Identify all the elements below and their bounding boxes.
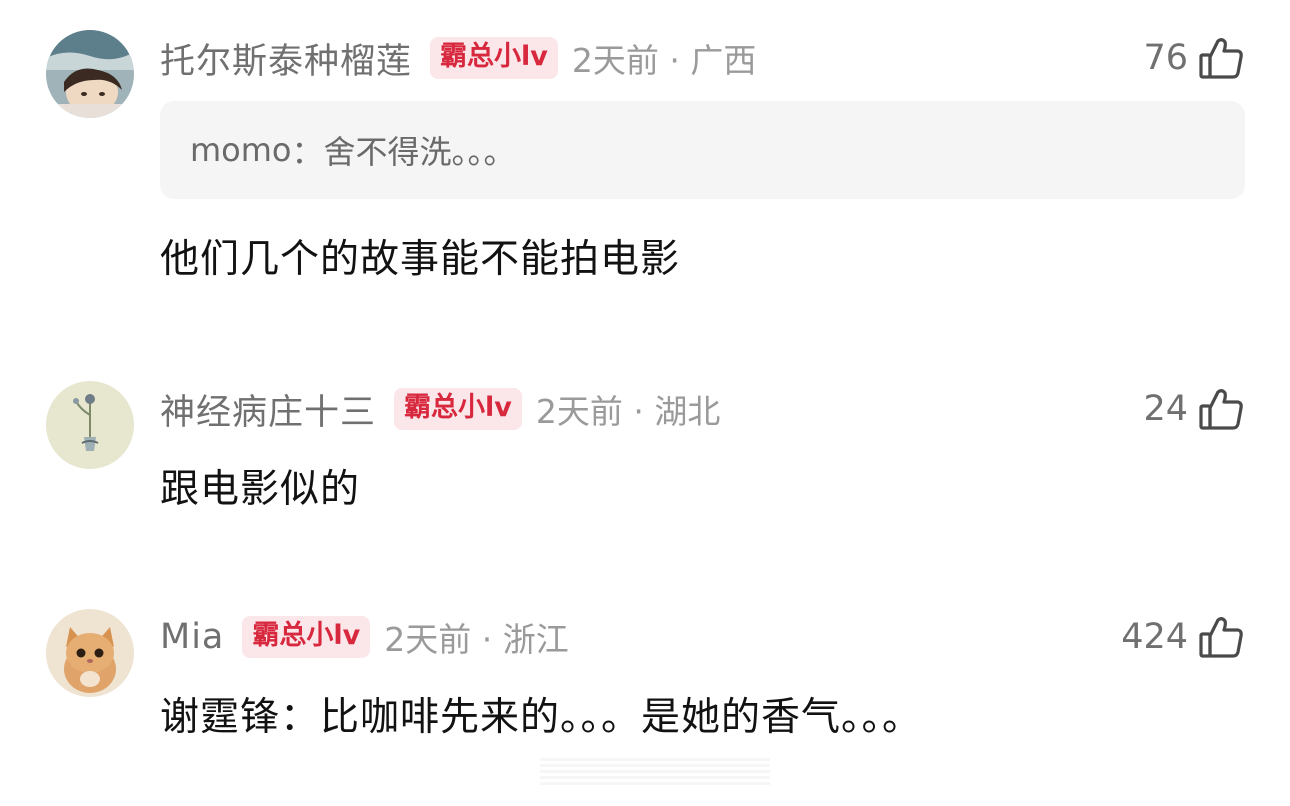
avatar[interactable] (46, 609, 134, 697)
comment-header: Mia 霸总小lv 2天前 · 浙江 (160, 612, 569, 662)
comment-item: Mia 霸总小lv 2天前 · 浙江 424 谢霆锋：比咖啡先来的。。。是她的香… (0, 0, 1290, 806)
like-button[interactable]: 424 (1121, 612, 1244, 662)
like-count: 424 (1121, 617, 1188, 657)
thumbs-up-icon[interactable] (1198, 614, 1244, 660)
user-level-badge[interactable]: 霸总小lv (242, 616, 371, 658)
comment-text: 谢霆锋：比咖啡先来的。。。是她的香气。。。 (160, 695, 923, 740)
watermark-strip (540, 758, 770, 788)
comment-time-location: 2天前 · 浙江 (384, 620, 569, 659)
username[interactable]: Mia (160, 617, 224, 657)
